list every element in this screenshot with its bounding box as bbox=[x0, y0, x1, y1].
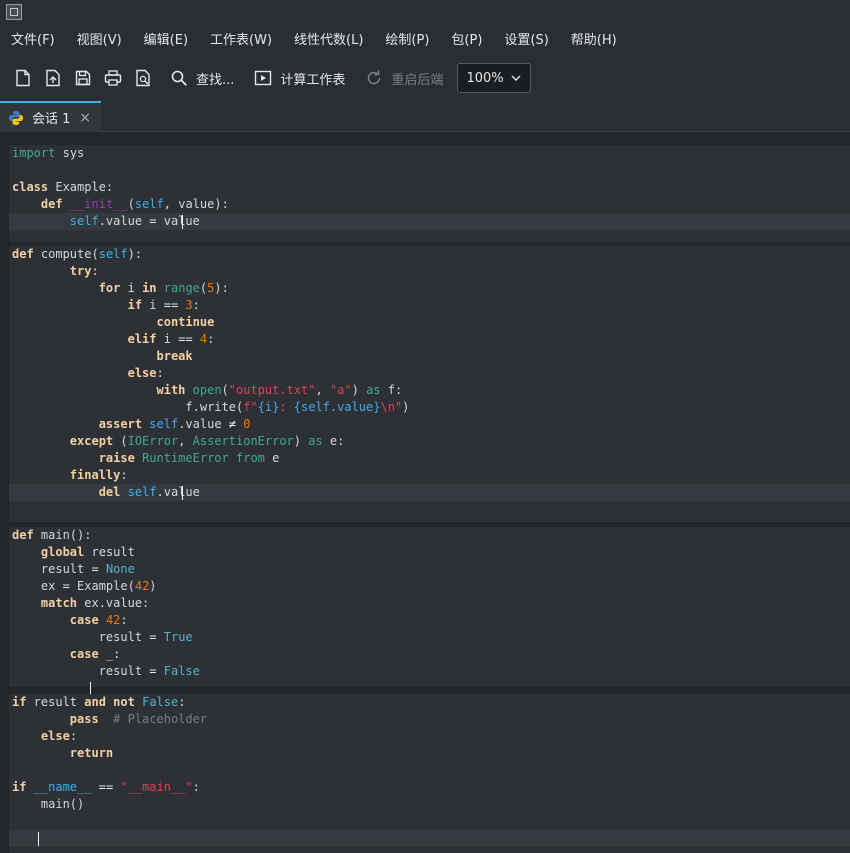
menu-edit[interactable]: 编辑(E) bbox=[133, 26, 199, 56]
evaluate-label: 计算工作表 bbox=[280, 72, 346, 88]
search-icon bbox=[171, 70, 187, 86]
session-tab-bar: 会话 1 × bbox=[0, 100, 850, 132]
menu-view[interactable]: 视图(V) bbox=[66, 26, 133, 56]
menu-worksheet[interactable]: 工作表(W) bbox=[199, 26, 283, 56]
chevron-down-icon bbox=[511, 75, 521, 81]
restart-backend-button[interactable]: 重启后端 bbox=[359, 62, 449, 94]
save-icon bbox=[75, 70, 91, 86]
zoom-value: 100% bbox=[466, 70, 504, 86]
print-preview-button[interactable] bbox=[128, 62, 158, 94]
find-button[interactable]: 查找... bbox=[164, 62, 240, 94]
code-cell-3[interactable]: def main(): global result result = None … bbox=[0, 527, 850, 696]
evaluate-icon bbox=[255, 70, 272, 86]
print-button[interactable] bbox=[98, 62, 128, 94]
tab-label: 会话 1 bbox=[32, 112, 71, 127]
toolbar: 查找... 计算工作表 重启后端 100% bbox=[0, 56, 850, 100]
restart-label: 重启后端 bbox=[391, 72, 444, 88]
open-button[interactable] bbox=[38, 62, 68, 94]
zoom-select[interactable]: 100% bbox=[457, 63, 532, 93]
menu-settings[interactable]: 设置(S) bbox=[493, 26, 559, 56]
save-button[interactable] bbox=[68, 62, 98, 94]
menu-bar: 文件(F) 视图(V) 编辑(E) 工作表(W) 线性代数(L) 绘制(P) 包… bbox=[0, 26, 850, 56]
restart-icon bbox=[368, 70, 381, 85]
menu-file[interactable]: 文件(F) bbox=[0, 26, 66, 56]
menu-package[interactable]: 包(P) bbox=[440, 26, 493, 56]
evaluate-worksheet-button[interactable]: 计算工作表 bbox=[248, 62, 351, 94]
print-icon bbox=[104, 70, 122, 86]
new-button[interactable] bbox=[8, 62, 38, 94]
new-file-icon bbox=[16, 69, 30, 87]
menu-help[interactable]: 帮助(H) bbox=[560, 26, 628, 56]
print-preview-icon bbox=[136, 69, 150, 87]
code-cell-1[interactable]: import sys class Example: def __init__(s… bbox=[0, 145, 850, 242]
tab-session-1[interactable]: 会话 1 × bbox=[0, 101, 101, 132]
open-file-icon bbox=[46, 69, 60, 87]
app-icon bbox=[6, 4, 22, 20]
worksheet[interactable]: import sys class Example: def __init__(s… bbox=[0, 132, 850, 853]
menu-plot[interactable]: 绘制(P) bbox=[374, 26, 440, 56]
code-cell-4[interactable]: if result and not False: pass # Placehol… bbox=[0, 694, 850, 853]
title-bar bbox=[0, 0, 850, 26]
menu-linear-algebra[interactable]: 线性代数(L) bbox=[283, 26, 374, 56]
find-label: 查找... bbox=[196, 72, 235, 88]
code-cell-2[interactable]: def compute(self): try: for i in range(5… bbox=[0, 246, 850, 522]
python-icon bbox=[9, 110, 23, 125]
close-icon[interactable]: × bbox=[79, 110, 91, 126]
